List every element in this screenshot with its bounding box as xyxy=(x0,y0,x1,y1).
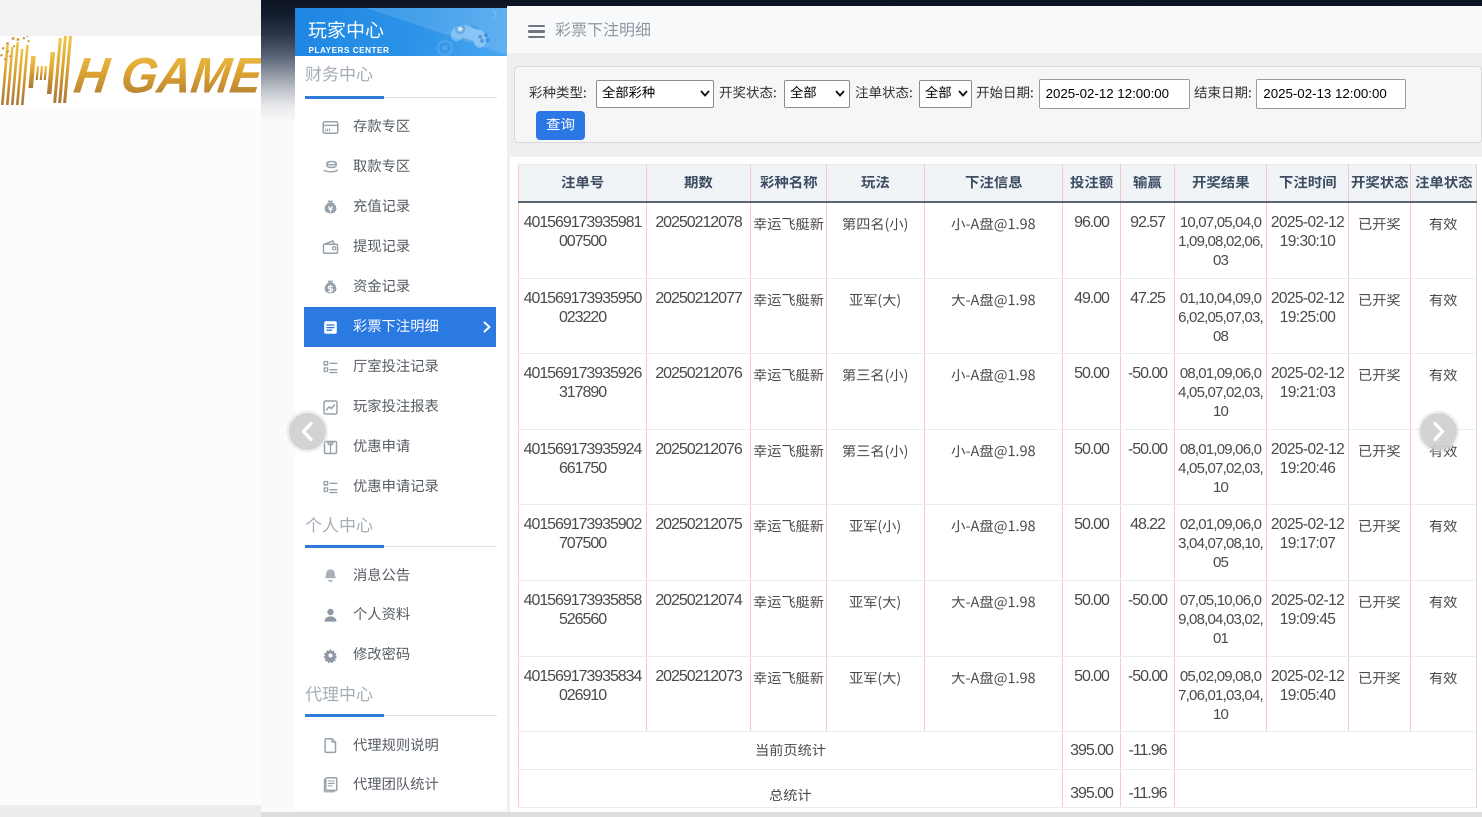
svg-text:H GAME: H GAME xyxy=(71,48,261,104)
